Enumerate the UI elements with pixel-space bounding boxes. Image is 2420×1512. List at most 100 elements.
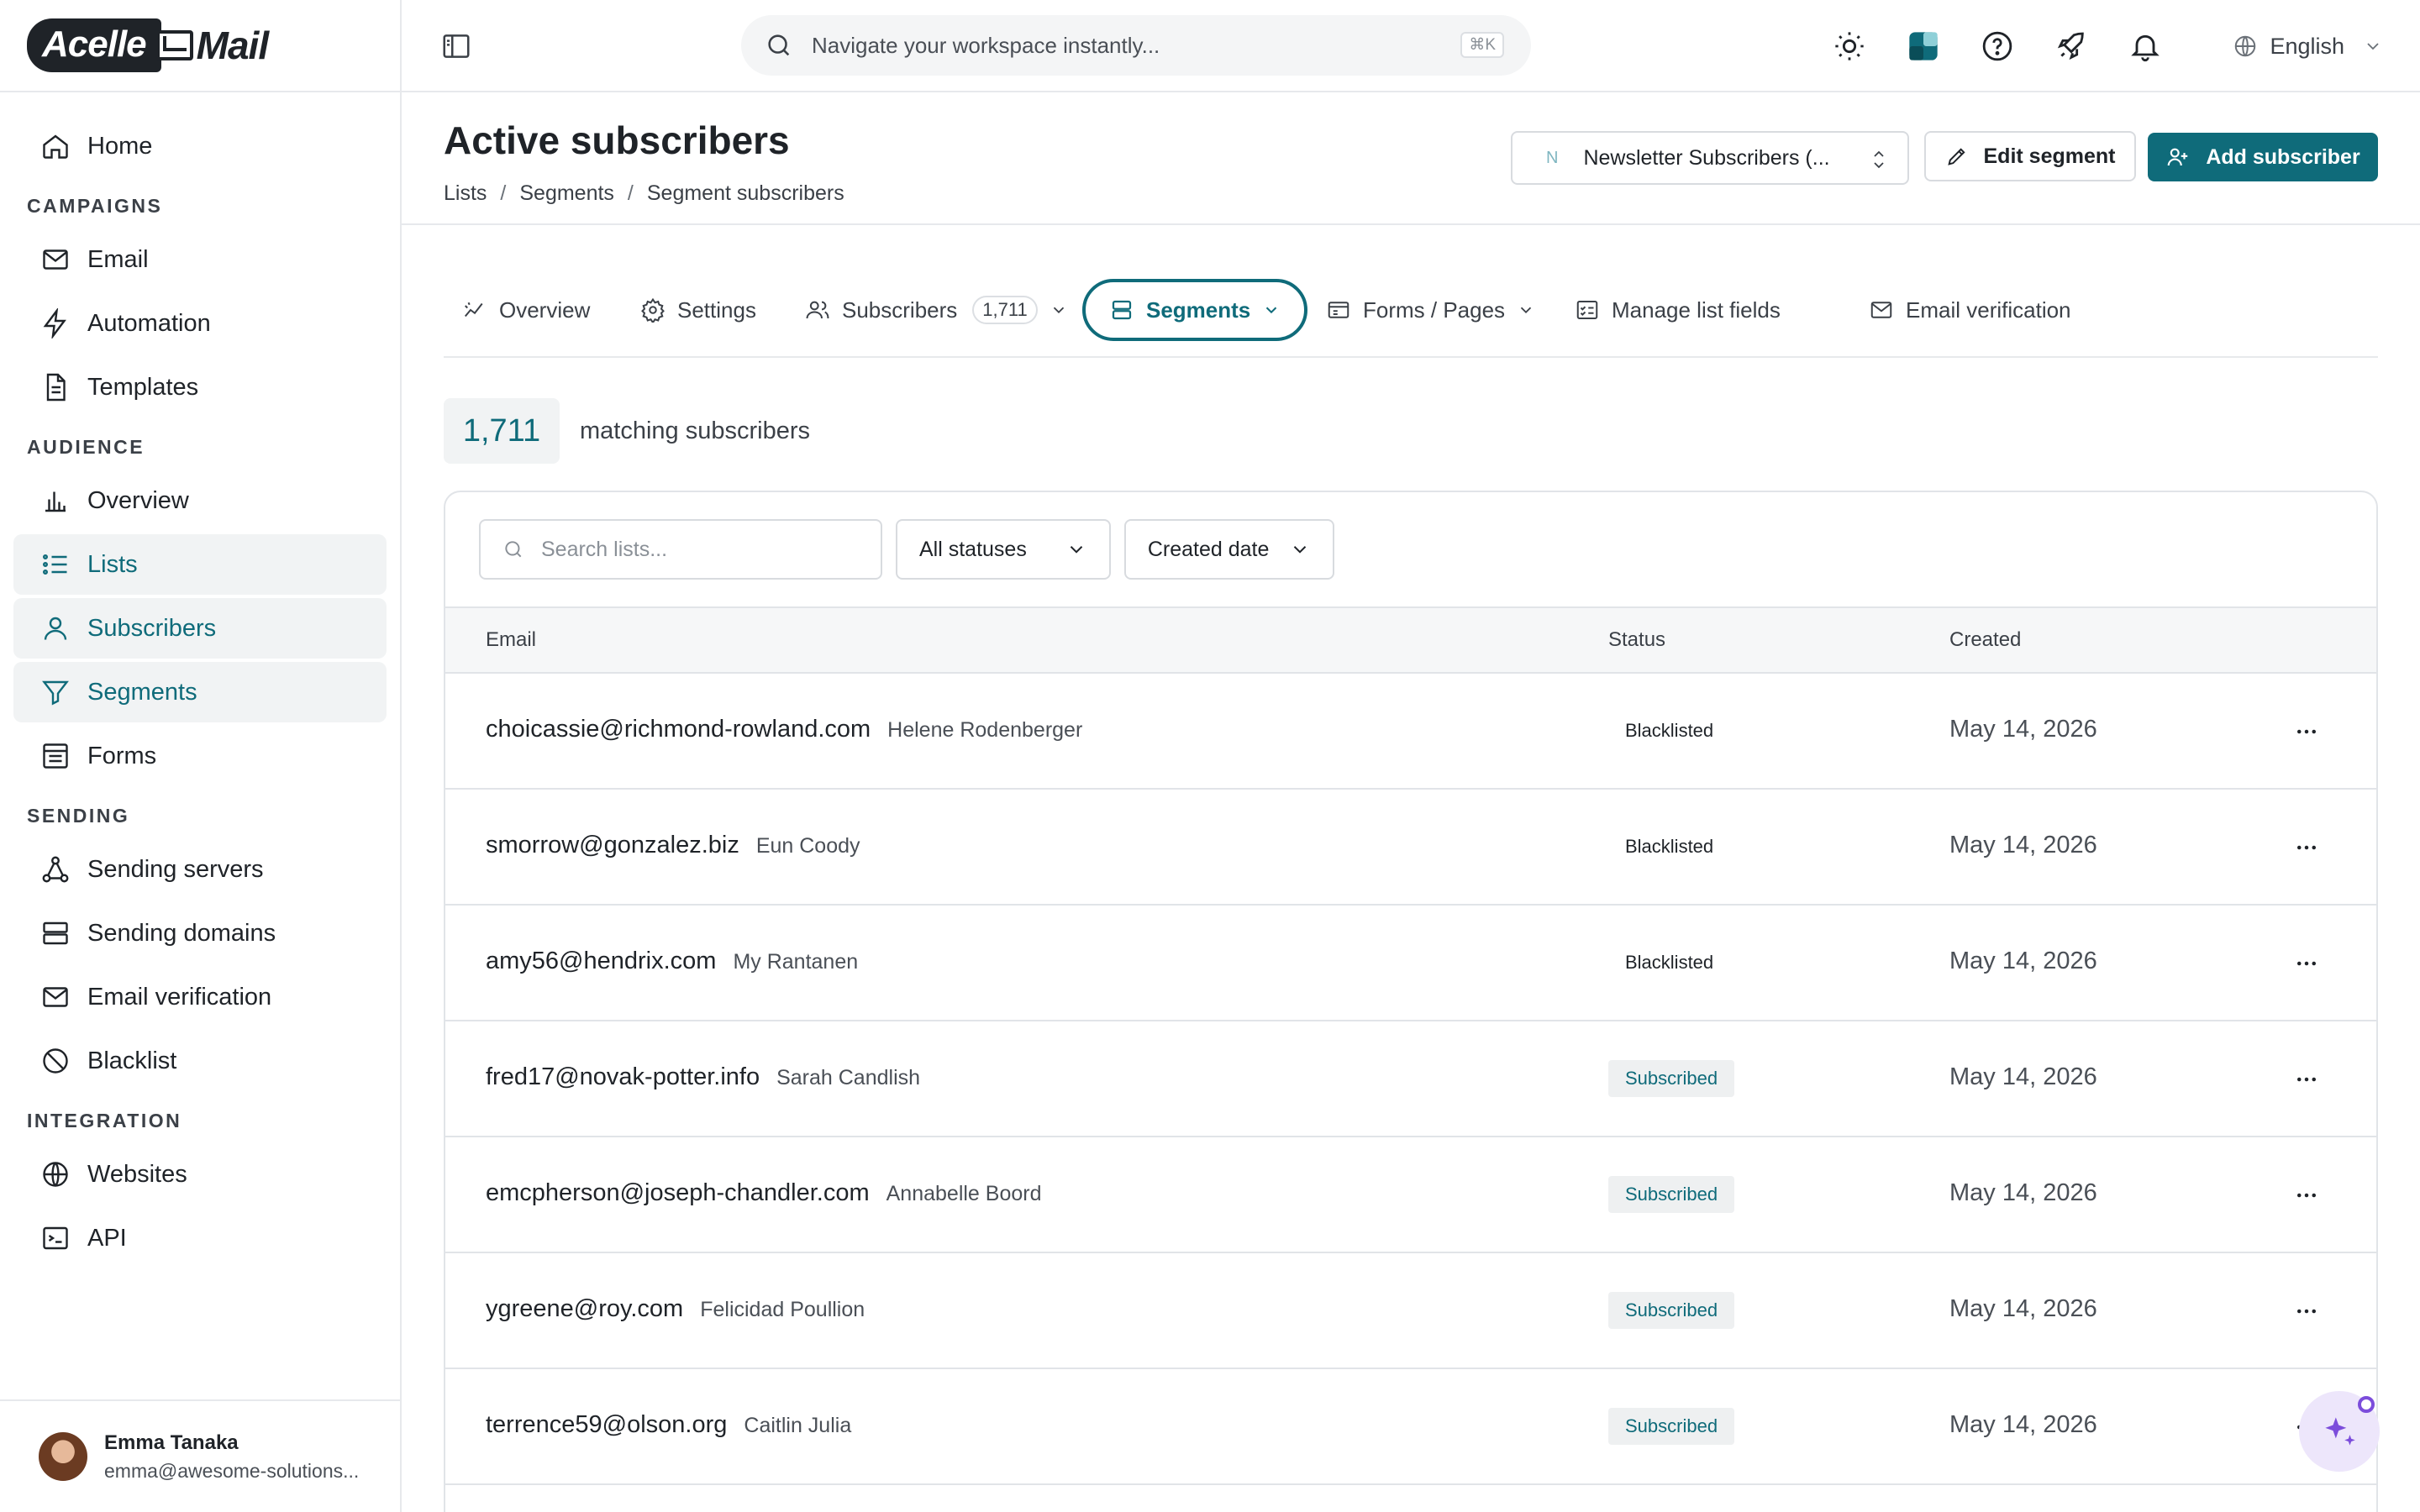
sidebar-item-email-verification[interactable]: Email verification [13,967,387,1027]
sidebar-item-label: Websites [87,1160,187,1188]
more-options-icon[interactable] [2294,951,2319,976]
sidebar-item-automation[interactable]: Automation [13,293,387,354]
tab-label: Segments [1146,297,1251,323]
tab-forms-pages[interactable]: Forms / Pages [1326,279,1535,341]
subscriber-email[interactable]: amy56@hendrix.com My Rantanen [486,948,858,975]
more-options-icon[interactable] [2294,1067,2319,1092]
sidebar-item-api[interactable]: API [13,1208,387,1268]
matching-count: 1,711 [444,398,560,464]
more-options-icon[interactable] [2294,1183,2319,1208]
more-options-icon[interactable] [2294,719,2319,744]
mail-icon [43,249,68,270]
status-badge: Blacklisted [1625,720,1714,741]
more-options-icon[interactable] [2294,835,2319,860]
bar-chart-icon [45,491,66,512]
sidebar-section-campaigns: CAMPAIGNS [27,195,163,217]
status-badge: Blacklisted [1625,952,1714,973]
ai-assistant-button[interactable] [2299,1391,2380,1472]
status-filter-select[interactable]: All statuses [896,519,1111,580]
tab-label: Overview [499,297,591,323]
add-subscriber-button[interactable]: Add subscriber [2148,133,2378,181]
subscriber-name: My Rantanen [733,950,859,974]
created-date: May 14, 2026 [1949,1063,2097,1090]
created-date: May 14, 2026 [1949,1411,2097,1438]
subscriber-email[interactable]: choicassie@richmond-rowland.com Helene Ro… [486,716,1082,743]
table-row[interactable]: choicassie@richmond-rowland.com Helene Ro… [445,674,2376,790]
sidebar-item-sending-servers[interactable]: Sending servers [13,839,387,900]
table-row[interactable]: emcpherson@joseph-chandler.com Annabelle … [445,1137,2376,1253]
status-badge: Subscribed [1608,1408,1735,1445]
rocket-icon[interactable] [2054,29,2088,63]
matching-subscribers-stat: 1,711 matching subscribers [444,398,810,464]
logo[interactable]: Acelle Mail [0,0,400,92]
help-icon[interactable] [1981,29,2014,63]
sun-icon[interactable] [1833,29,1866,63]
subscriber-email-text: terrence59@olson.org [486,1411,728,1438]
tab-manage-list-fields[interactable]: Manage list fields [1575,279,1781,341]
tab-segments[interactable]: Segments [1082,279,1308,341]
sidebar-item-websites[interactable]: Websites [13,1144,387,1205]
breadcrumb-separator: / [500,181,507,205]
column-header-created[interactable]: Created [1949,628,2021,652]
table-row[interactable]: amy56@hendrix.com My Rantanen Blacklisted M… [445,906,2376,1021]
sidebar-item-label: Lists [87,550,138,578]
sidebar-item-label: Sending servers [87,855,264,883]
list-icon [42,554,67,575]
user-profile[interactable]: Emma Tanaka emma@awesome-solutions... [0,1399,400,1512]
sidebar-item-home[interactable]: Home [13,116,387,176]
sidebar-item-email[interactable]: Email [13,229,387,290]
column-header-email[interactable]: Email [486,628,536,652]
add-subscriber-label: Add subscriber [2206,144,2360,169]
workspace-search[interactable]: Navigate your workspace instantly... ⌘K [741,15,1531,76]
subscriber-email[interactable]: fred17@novak-potter.info Sarah Candlish [486,1063,920,1091]
sidebar-item-segments[interactable]: Segments [13,662,387,722]
sidebar-item-label: Home [87,132,153,160]
theme-palette-icon[interactable] [1907,29,1940,63]
logo-text-right: Mail [196,24,269,67]
sidebar-item-lists[interactable]: Lists [13,534,387,595]
sidebar-item-label: Subscribers [87,614,217,642]
subscriber-email[interactable]: terrence59@olson.org Caitlin Julia [486,1411,851,1439]
tab-subscribers[interactable]: Subscribers 1,711 [805,279,1068,341]
subscriber-email[interactable]: emcpherson@joseph-chandler.com Annabelle … [486,1179,1042,1207]
breadcrumb-separator: / [627,181,634,205]
table-row[interactable]: ygreene@roy.com Felicidad Poullion Subscri… [445,1253,2376,1369]
table-row[interactable]: terrence59@olson.org Caitlin Julia Subscri… [445,1369,2376,1485]
tab-label: Settings [677,297,756,323]
language-selector[interactable]: English [2233,34,2383,60]
users-icon [806,301,829,319]
list-tabs: Overview Settings Subscribers 1,711 Segm… [444,277,2378,358]
sidebar-item-sending-domains[interactable]: Sending domains [13,903,387,963]
table-row[interactable]: smorrow@gonzalez.biz Eun Coody Blacklisted… [445,790,2376,906]
sidebar-item-forms[interactable]: Forms [13,726,387,786]
subscriber-email[interactable]: smorrow@gonzalez.biz Eun Coody [486,832,860,859]
sidebar-toggle-icon[interactable] [440,30,472,62]
subscribers-table-card: Search lists... All statuses Created dat… [444,491,2378,1512]
checklist-icon [1576,301,1598,319]
tab-email-verification[interactable]: Email verification [1869,279,2071,341]
tab-settings[interactable]: Settings [640,279,756,341]
search-icon [505,541,522,558]
sort-select[interactable]: Created date [1123,519,1335,580]
bell-icon[interactable] [2128,29,2162,63]
edit-segment-button[interactable]: Edit segment [1924,131,2136,181]
search-placeholder: Navigate your workspace instantly... [812,32,1160,58]
search-lists-input[interactable]: Search lists... [479,519,882,580]
column-header-status[interactable]: Status [1608,628,1665,652]
sidebar-item-overview[interactable]: Overview [13,470,387,531]
created-date: May 14, 2026 [1949,1179,2097,1206]
sidebar-item-label: Automation [87,309,211,337]
sidebar-item-templates[interactable]: Templates [13,357,387,417]
sidebar-item-subscribers[interactable]: Subscribers [13,598,387,659]
subscriber-email[interactable]: ygreene@roy.com Felicidad Poullion [486,1295,865,1323]
breadcrumb-segments[interactable]: Segments [519,181,614,205]
sidebar-item-blacklist[interactable]: Blacklist [13,1031,387,1091]
more-options-icon[interactable] [2294,1299,2319,1324]
segment-selector[interactable]: N Newsletter Subscribers (... [1511,131,1909,185]
browser-window-icon [1328,302,1349,318]
globe-icon [2235,35,2256,57]
tab-overview[interactable]: Overview [462,279,590,341]
table-filters: Search lists... All statuses Created dat… [445,492,2376,608]
table-row[interactable]: fred17@novak-potter.info Sarah Candlish Su… [445,1021,2376,1137]
breadcrumb-lists[interactable]: Lists [444,181,487,205]
